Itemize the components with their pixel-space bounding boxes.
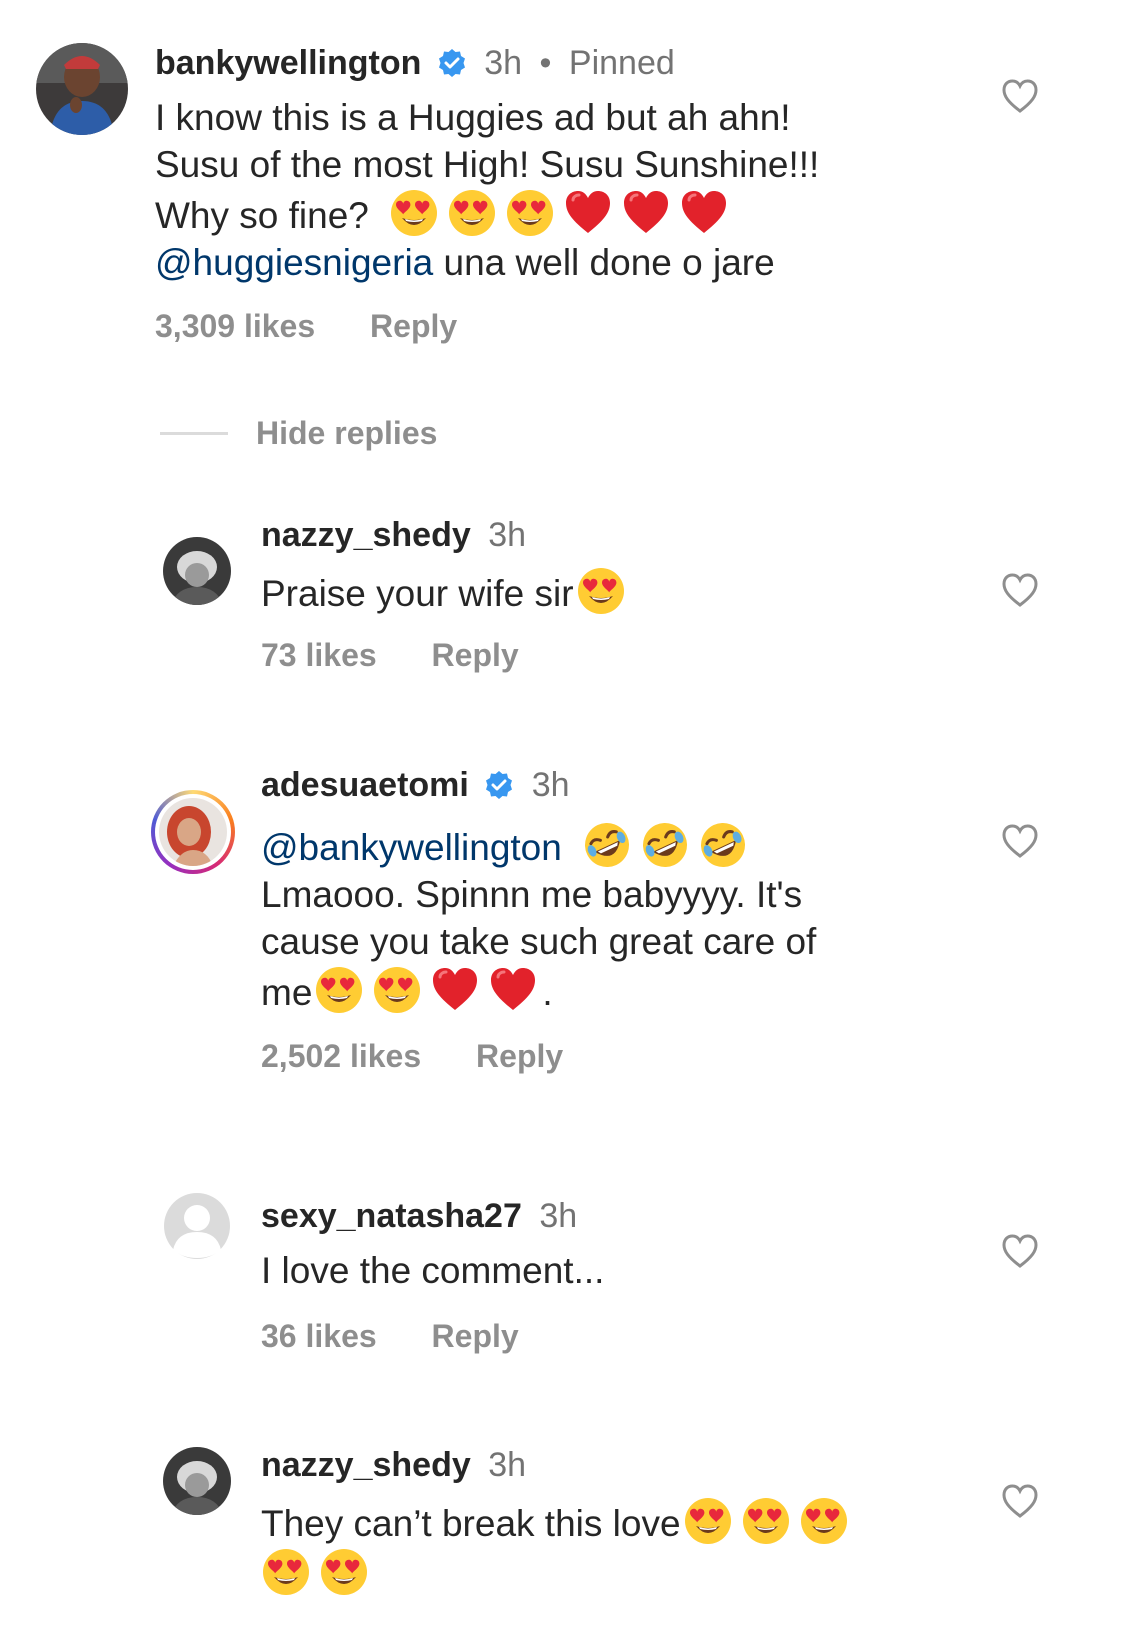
comment-meta: 2,502 likes Reply <box>261 1038 1021 1075</box>
comment-text-segment: . <box>542 972 553 1013</box>
likes-count[interactable]: 3,309 likes <box>155 308 315 344</box>
comment-text: I know this is a Huggies ad but ah ahn! … <box>155 94 915 286</box>
like-heart-icon[interactable] <box>1001 1233 1039 1269</box>
red-heart-emoji-icon <box>563 188 613 238</box>
comment-text: Praise your wife sir <box>261 566 1021 617</box>
comment-header: adesuaetomi 3h <box>261 762 1021 812</box>
comment-text-line: @huggiesnigeria una well done o jare <box>155 239 915 286</box>
likes-count[interactable]: 73 likes <box>261 637 377 673</box>
red-heart-emoji-icon <box>488 965 538 1015</box>
comment-text-segment: me <box>261 972 313 1013</box>
comment-text-line: @bankywellington <box>261 820 1021 871</box>
avatar[interactable] <box>163 537 231 605</box>
reply-button[interactable]: Reply <box>370 308 457 344</box>
comment-header: nazzy_shedy 3h <box>261 512 1021 558</box>
heart-eyes-emoji-icon <box>319 1547 369 1597</box>
heart-eyes-emoji-icon <box>741 1496 791 1546</box>
heart-eyes-emoji-icon <box>447 188 497 238</box>
timestamp: 3h <box>488 1446 527 1484</box>
heart-eyes-emoji-icon <box>261 1547 311 1597</box>
like-heart-icon[interactable] <box>1001 78 1039 114</box>
username[interactable]: bankywellington <box>155 44 421 82</box>
comment-text-line: cause you take such great care of <box>261 921 817 962</box>
red-heart-emoji-icon <box>679 188 729 238</box>
timestamp: 3h <box>539 1197 578 1235</box>
comment-header: bankywellington 3h • Pinned <box>155 40 915 90</box>
comment-text-segment: They can’t break this love <box>261 1503 681 1544</box>
likes-count[interactable]: 2,502 likes <box>261 1038 421 1074</box>
reply-button[interactable]: Reply <box>476 1038 563 1074</box>
heart-eyes-emoji-icon <box>683 1496 733 1546</box>
likes-count[interactable]: 36 likes <box>261 1318 377 1354</box>
rofl-emoji-icon <box>582 820 632 870</box>
comment-meta: 73 likes Reply <box>261 637 1021 674</box>
heart-eyes-emoji-icon <box>505 188 555 238</box>
like-heart-icon[interactable] <box>1001 823 1039 859</box>
timestamp: 3h <box>531 766 570 804</box>
comment-text-line: Susu of the most High! Susu Sunshine!!! <box>155 144 820 185</box>
mention-link[interactable]: @huggiesnigeria <box>155 242 433 283</box>
mention-link[interactable]: @bankywellington <box>261 827 562 868</box>
comment-text: They can’t break this love <box>261 1496 1021 1598</box>
avatar[interactable] <box>163 1447 231 1515</box>
comment-text-segment: I love the comment... <box>261 1250 605 1291</box>
username[interactable]: nazzy_shedy <box>261 1446 471 1484</box>
comment-text-line: Lmaooo. Spinnn me babyyyy. It's <box>261 874 803 915</box>
comment-meta: 3,309 likes Reply <box>155 308 915 345</box>
hide-replies-button[interactable]: Hide replies <box>160 410 437 456</box>
verified-badge-icon <box>437 44 467 90</box>
heart-eyes-emoji-icon <box>799 1496 849 1546</box>
comment-text-line: Why so fine? <box>155 188 915 239</box>
username[interactable]: adesuaetomi <box>261 766 469 804</box>
heart-eyes-emoji-icon <box>576 566 626 616</box>
hide-replies-label: Hide replies <box>256 414 438 451</box>
rofl-emoji-icon <box>640 820 690 870</box>
avatar[interactable] <box>36 43 128 135</box>
heart-eyes-emoji-icon <box>372 965 422 1015</box>
comment-text-line <box>261 1547 1021 1598</box>
divider-line <box>160 431 228 435</box>
timestamp: 3h <box>488 516 527 554</box>
verified-badge-icon <box>484 766 514 812</box>
timestamp: 3h <box>484 44 523 82</box>
pinned-label: Pinned <box>568 44 675 82</box>
comment-meta: 36 likes Reply <box>261 1318 1021 1355</box>
heart-eyes-emoji-icon <box>314 965 364 1015</box>
comment-text: I love the comment... <box>261 1247 1021 1294</box>
reply-button[interactable]: Reply <box>432 637 519 673</box>
username[interactable]: nazzy_shedy <box>261 516 471 554</box>
comment-text-line: They can’t break this love <box>261 1496 1021 1547</box>
like-heart-icon[interactable] <box>1001 1483 1039 1519</box>
like-heart-icon[interactable] <box>1001 572 1039 608</box>
comment-text-segment: una well done o jare <box>433 242 775 283</box>
red-heart-emoji-icon <box>621 188 671 238</box>
red-heart-emoji-icon <box>430 965 480 1015</box>
reply-button[interactable]: Reply <box>432 1318 519 1354</box>
comment-header: nazzy_shedy 3h <box>261 1442 1021 1488</box>
comment-header: sexy_natasha27 3h <box>261 1193 1021 1239</box>
avatar[interactable] <box>151 790 235 874</box>
comment-text-line: me. <box>261 965 1021 1016</box>
separator-dot: • <box>539 44 552 82</box>
comment-text-segment: Praise your wife sir <box>261 573 574 614</box>
comment-text-line: I know this is a Huggies ad but ah ahn! <box>155 97 791 138</box>
comment-text: @bankywellington Lmaooo. Spinnn me babyy… <box>261 820 1021 1016</box>
avatar[interactable] <box>163 1192 231 1260</box>
rofl-emoji-icon <box>698 820 748 870</box>
heart-eyes-emoji-icon <box>389 188 439 238</box>
comment-text-segment: Why so fine? <box>155 195 369 236</box>
username[interactable]: sexy_natasha27 <box>261 1197 522 1235</box>
